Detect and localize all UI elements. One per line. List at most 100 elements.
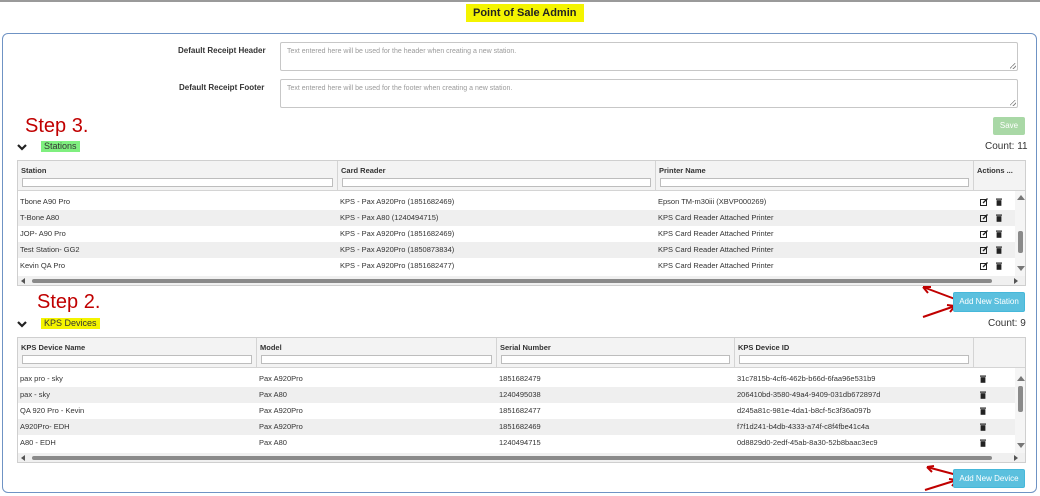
table-row[interactable]: A920Pro- EDH Pax A920Pro 1851682469 f7f1… [18,419,1017,435]
column-station[interactable]: Station [18,161,338,191]
device-name-cell: pax - sky [20,390,51,399]
table-row[interactable]: A80 - EDH Pax A80 1240494715 0d8829d0-2e… [18,435,1017,451]
table-row[interactable]: Kevin QA Pro KPS - Pax A920Pro (18516824… [18,258,1017,274]
devices-count: Count: 9 [988,318,1026,329]
trash-icon[interactable] [979,439,987,447]
column-card-reader[interactable]: Card Reader [338,161,656,191]
serial-cell: 1851682479 [499,374,541,383]
trash-icon[interactable] [995,198,1003,206]
scroll-right-icon[interactable] [1014,278,1018,284]
scroll-down-icon[interactable] [1017,443,1025,448]
page-title: Point of Sale Admin [466,4,584,22]
printer-filter-input[interactable] [660,178,969,187]
stations-horizontal-scrollbar[interactable] [18,276,1025,285]
edit-icon[interactable] [980,262,988,270]
column-serial-number[interactable]: Serial Number [497,338,735,368]
scroll-up-icon[interactable] [1017,376,1025,381]
trash-icon[interactable] [979,407,987,415]
devices-grid-header: KPS Device Name Model Serial Number KPS … [18,338,1025,368]
receipt-footer-label: Default Receipt Footer [179,83,265,92]
chevron-down-icon[interactable] [17,319,27,329]
trash-icon[interactable] [979,375,987,383]
scroll-left-icon[interactable] [21,455,25,461]
edit-icon[interactable] [980,230,988,238]
model-cell: Pax A920Pro [259,406,303,415]
column-actions[interactable]: Actions ... [974,161,1025,191]
column-header-label: Serial Number [500,343,551,352]
column-device-name[interactable]: KPS Device Name [18,338,257,368]
resize-grip-icon[interactable] [1010,100,1016,106]
printer-cell: KPS Card Reader Attached Printer [658,245,774,254]
device-name-filter-input[interactable] [22,355,252,364]
trash-icon[interactable] [979,423,987,431]
edit-icon[interactable] [980,246,988,254]
save-button[interactable]: Save [993,117,1025,135]
model-cell: Pax A920Pro [259,374,303,383]
device-id-cell: d245a81c-981e-4da1-b8cf-5c3f36a097b [737,406,871,415]
scroll-thumb[interactable] [32,279,992,283]
scroll-up-icon[interactable] [1017,195,1025,200]
top-border [0,0,1040,2]
scroll-down-icon[interactable] [1017,266,1025,271]
printer-cell: KPS Card Reader Attached Printer [658,229,774,238]
model-filter-input[interactable] [261,355,492,364]
receipt-footer-placeholder: Text entered here will be used for the f… [287,85,513,92]
column-header-label: KPS Device Name [21,343,86,352]
trash-icon[interactable] [995,262,1003,270]
printer-cell: KPS Card Reader Attached Printer [658,261,774,270]
device-id-filter-input[interactable] [739,355,969,364]
column-printer-name[interactable]: Printer Name [656,161,974,191]
card-reader-cell: KPS - Pax A920Pro (1851682477) [340,261,455,270]
scroll-thumb[interactable] [1018,386,1023,412]
resize-grip-icon[interactable] [1010,63,1016,69]
table-row[interactable]: JOP- A90 Pro KPS - Pax A920Pro (18516824… [18,226,1017,242]
device-id-cell: 31c7815b-4cf6-462b-b66d-6faa96e531b9 [737,374,876,383]
edit-icon[interactable] [980,214,988,222]
table-row[interactable]: pax - sky Pax A80 1240495038 206410bd-35… [18,387,1017,403]
column-device-id[interactable]: KPS Device ID [735,338,974,368]
column-actions [974,338,1025,368]
table-row[interactable]: T-Bone A80 KPS - Pax A80 (1240494715) KP… [18,210,1017,226]
stations-grid: Station Card Reader Printer Name Actions… [17,160,1026,286]
devices-vertical-scrollbar[interactable] [1015,368,1025,453]
model-cell: Pax A80 [259,438,287,447]
table-row[interactable]: Tbone A90 Pro KPS - Pax A920Pro (1851682… [18,194,1017,210]
receipt-footer-input[interactable]: Text entered here will be used for the f… [280,79,1018,108]
add-new-device-button[interactable]: Add New Device [953,469,1025,488]
scroll-thumb[interactable] [32,456,992,460]
admin-panel: Default Receipt Header Text entered here… [2,33,1037,493]
scroll-left-icon[interactable] [21,278,25,284]
trash-icon[interactable] [979,391,987,399]
column-header-label: Actions ... [977,166,1013,175]
card-reader-filter-input[interactable] [342,178,651,187]
printer-cell: KPS Card Reader Attached Printer [658,213,774,222]
edit-icon[interactable] [980,198,988,206]
station-filter-input[interactable] [22,178,333,187]
card-reader-cell: KPS - Pax A920Pro (1851682469) [340,197,455,206]
table-row[interactable]: pax pro - sky Pax A920Pro 1851682479 31c… [18,371,1017,387]
devices-horizontal-scrollbar[interactable] [18,453,1025,462]
column-model[interactable]: Model [257,338,497,368]
card-reader-cell: KPS - Pax A80 (1240494715) [340,213,439,222]
column-header-label: Card Reader [341,166,386,175]
devices-section-header[interactable]: KPS Devices [17,318,100,329]
add-new-station-button[interactable]: Add New Station [953,292,1025,312]
trash-icon[interactable] [995,246,1003,254]
stations-vertical-scrollbar[interactable] [1015,191,1025,276]
receipt-header-input[interactable]: Text entered here will be used for the h… [280,42,1018,71]
chevron-down-icon[interactable] [17,142,27,152]
trash-icon[interactable] [995,214,1003,222]
station-cell: Test Station- GG2 [20,245,80,254]
table-row[interactable]: QA 920 Pro - Kevin Pax A920Pro 185168247… [18,403,1017,419]
trash-icon[interactable] [995,230,1003,238]
serial-filter-input[interactable] [501,355,730,364]
stations-section-header[interactable]: Stations [17,141,80,152]
table-row[interactable]: Test Station- GG2 KPS - Pax A920Pro (185… [18,242,1017,258]
serial-cell: 1851682477 [499,406,541,415]
stations-title: Stations [41,141,80,152]
devices-title: KPS Devices [41,318,100,329]
step-2-annotation: Step 2. [37,291,101,313]
scroll-right-icon[interactable] [1014,455,1018,461]
card-reader-cell: KPS - Pax A920Pro (1851682469) [340,229,455,238]
scroll-thumb[interactable] [1018,231,1023,253]
